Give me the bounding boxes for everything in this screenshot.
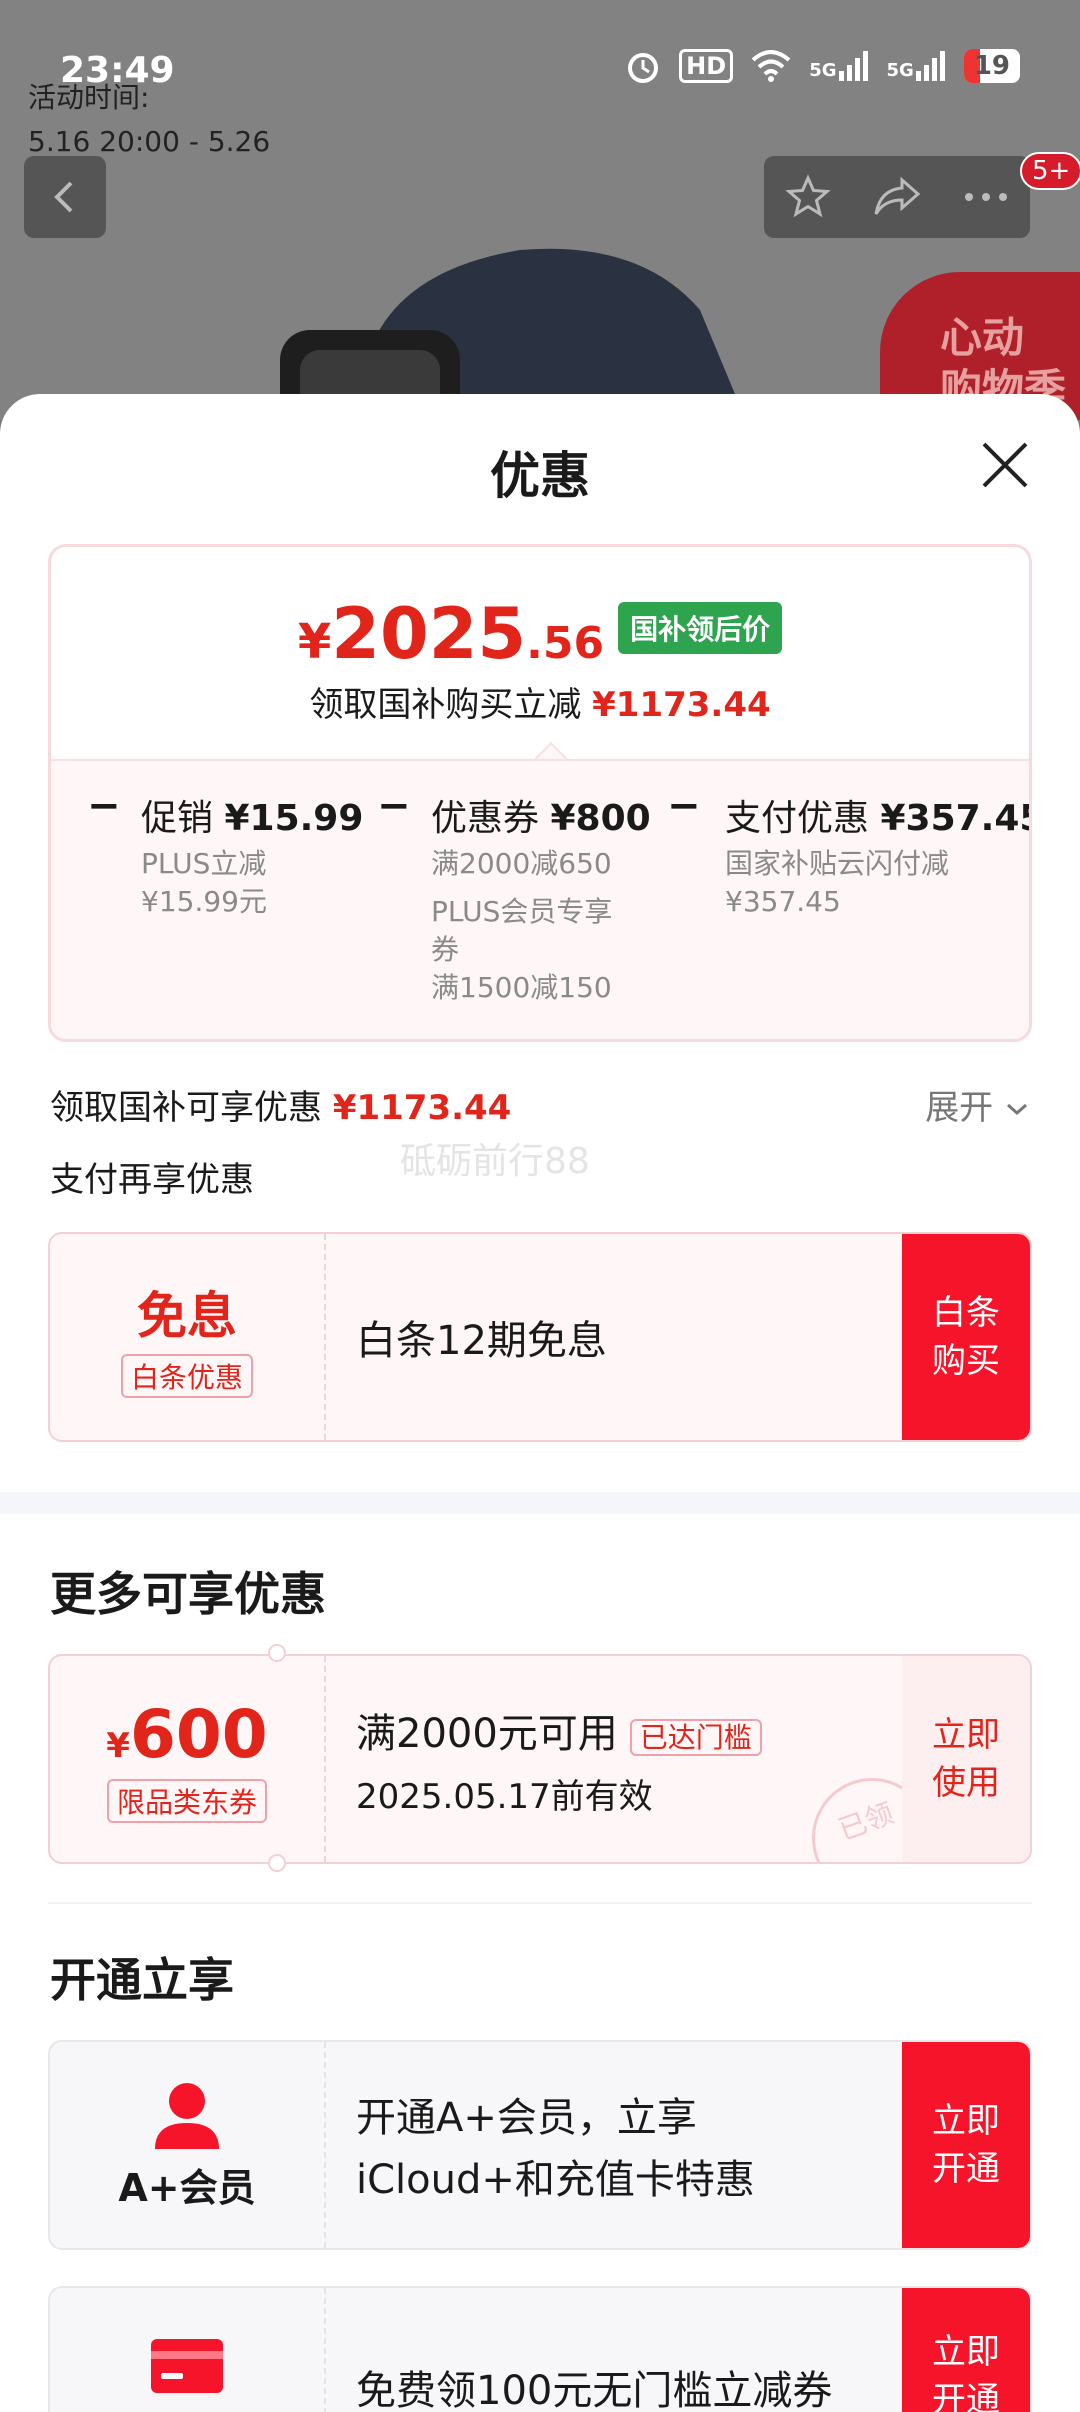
chevron-down-icon — [1007, 1103, 1027, 1116]
coupon-threshold: 满2000元可用 已达门槛 — [356, 1701, 762, 1759]
offers-sheet: 优惠 ¥ 2025 .56 国补领后价 领取国补购买立减 ¥1173.44 ) … — [0, 394, 1080, 2412]
share-icon[interactable] — [872, 174, 922, 220]
signal-icon — [915, 51, 945, 81]
price-summary-card: ¥ 2025 .56 国补领后价 领取国补购买立减 ¥1173.44 ) − 促… — [48, 544, 1032, 1042]
alarm-icon — [628, 53, 659, 83]
chevron-left-icon — [54, 181, 73, 213]
final-price-area: ¥ 2025 .56 国补领后价 领取国补购买立减 ¥1173.44 — [51, 547, 1029, 759]
close-icon[interactable] — [978, 438, 1032, 492]
coupon-amount: ¥600 — [106, 1695, 268, 1773]
notification-badge: 5+ — [1020, 152, 1080, 190]
signal-icon — [838, 51, 868, 81]
card-offer: 免费领100元无门槛立减券 立即 开通 — [48, 2286, 1032, 2412]
member-card: A+会员 开通A+会员，立享 iCloud+和充值卡特惠 立即 开通 — [48, 2040, 1032, 2250]
open-section-title: 开通立享 — [50, 1953, 234, 2007]
product-image — [280, 248, 746, 420]
star-icon[interactable] — [784, 174, 831, 220]
more-icon[interactable] — [963, 191, 1009, 203]
card-offer-description: 免费领100元无门槛立减券 — [356, 2368, 833, 2412]
wifi-icon — [751, 50, 791, 82]
price-breakdown: ) − 促销 ¥15.99 PLUS立减 ¥15.99元 − 优惠券 ¥800 … — [51, 759, 1032, 1039]
baitiao-description: 白条12期免息 — [356, 1318, 607, 1364]
coupon-type-tag: 限品类东券 — [106, 1778, 267, 1823]
open-card-button[interactable]: 立即 开通 — [902, 2288, 1030, 2412]
clock: 23:49 — [60, 50, 175, 91]
minus-sign: − — [667, 783, 701, 829]
coupon-card: ¥600 限品类东券 满2000元可用 已达门槛 2025.05.17前有效 已领… — [48, 1654, 1032, 1864]
baitiao-tag: 白条优惠 — [120, 1354, 253, 1398]
more-offers-title: 更多可享优惠 — [50, 1567, 326, 1621]
bank-card-icon — [151, 2339, 223, 2393]
breakdown-item: 优惠券 ¥800 满2000减650 PLUS会员专享 券 满1500减150 — [431, 798, 651, 1004]
saving-line: 领取国补购买立减 ¥1173.44 — [309, 685, 771, 725]
use-coupon-button[interactable]: 立即 使用 — [902, 1656, 1030, 1862]
open-member-button[interactable]: 立即 开通 — [902, 2042, 1030, 2248]
cropped-item: ) — [51, 789, 53, 830]
baitiao-offer-card: 免息 白条优惠 白条12期免息 白条 购买 — [48, 1232, 1032, 1442]
status-icons: HD 5G 5G 19 — [625, 48, 1020, 84]
interest-free-title: 免息 — [137, 1287, 237, 1345]
expand-button[interactable]: 展开 — [925, 1080, 1030, 1129]
member-title: A+会员 — [118, 2165, 256, 2210]
reached-tag: 已达门槛 — [629, 1718, 762, 1756]
minus-sign: − — [87, 783, 121, 829]
user-icon — [155, 2082, 219, 2149]
status-bar: 23:49 HD 5G 5G 19 — [0, 40, 1080, 100]
member-line1: 开通A+会员，立享 — [356, 2095, 697, 2141]
minus-sign: − — [377, 783, 411, 829]
member-line2: iCloud+和充值卡特惠 — [356, 2157, 755, 2203]
breakdown-item: 促销 ¥15.99 PLUS立减 ¥15.99元 — [141, 798, 364, 918]
back-button[interactable] — [24, 156, 106, 238]
signal-5g-2: 5G — [887, 51, 946, 81]
breakdown-item: 支付优惠 ¥357.45 国家补贴云闪付减 ¥357.45 — [725, 798, 1032, 918]
coupon-validity: 2025.05.17前有效 — [356, 1776, 653, 1817]
section-separator — [0, 1492, 1080, 1514]
battery-icon: 19 — [963, 49, 1020, 83]
sheet-title: 优惠 — [490, 447, 590, 505]
pay-more-label: 支付再享优惠 — [50, 1160, 254, 1200]
watermark: 砥砺前行88 — [400, 1141, 590, 1182]
final-price: ¥ 2025 .56 国补领后价 — [51, 593, 1029, 675]
baitiao-buy-button[interactable]: 白条 购买 — [902, 1234, 1030, 1440]
hd-icon: HD — [679, 49, 734, 83]
signal-5g-1: 5G — [809, 51, 868, 81]
gov-offer-row: 领取国补可享优惠 ¥1173.44 — [50, 1088, 512, 1128]
price-tag: 国补领后价 — [618, 602, 783, 654]
top-actions — [764, 156, 1030, 238]
